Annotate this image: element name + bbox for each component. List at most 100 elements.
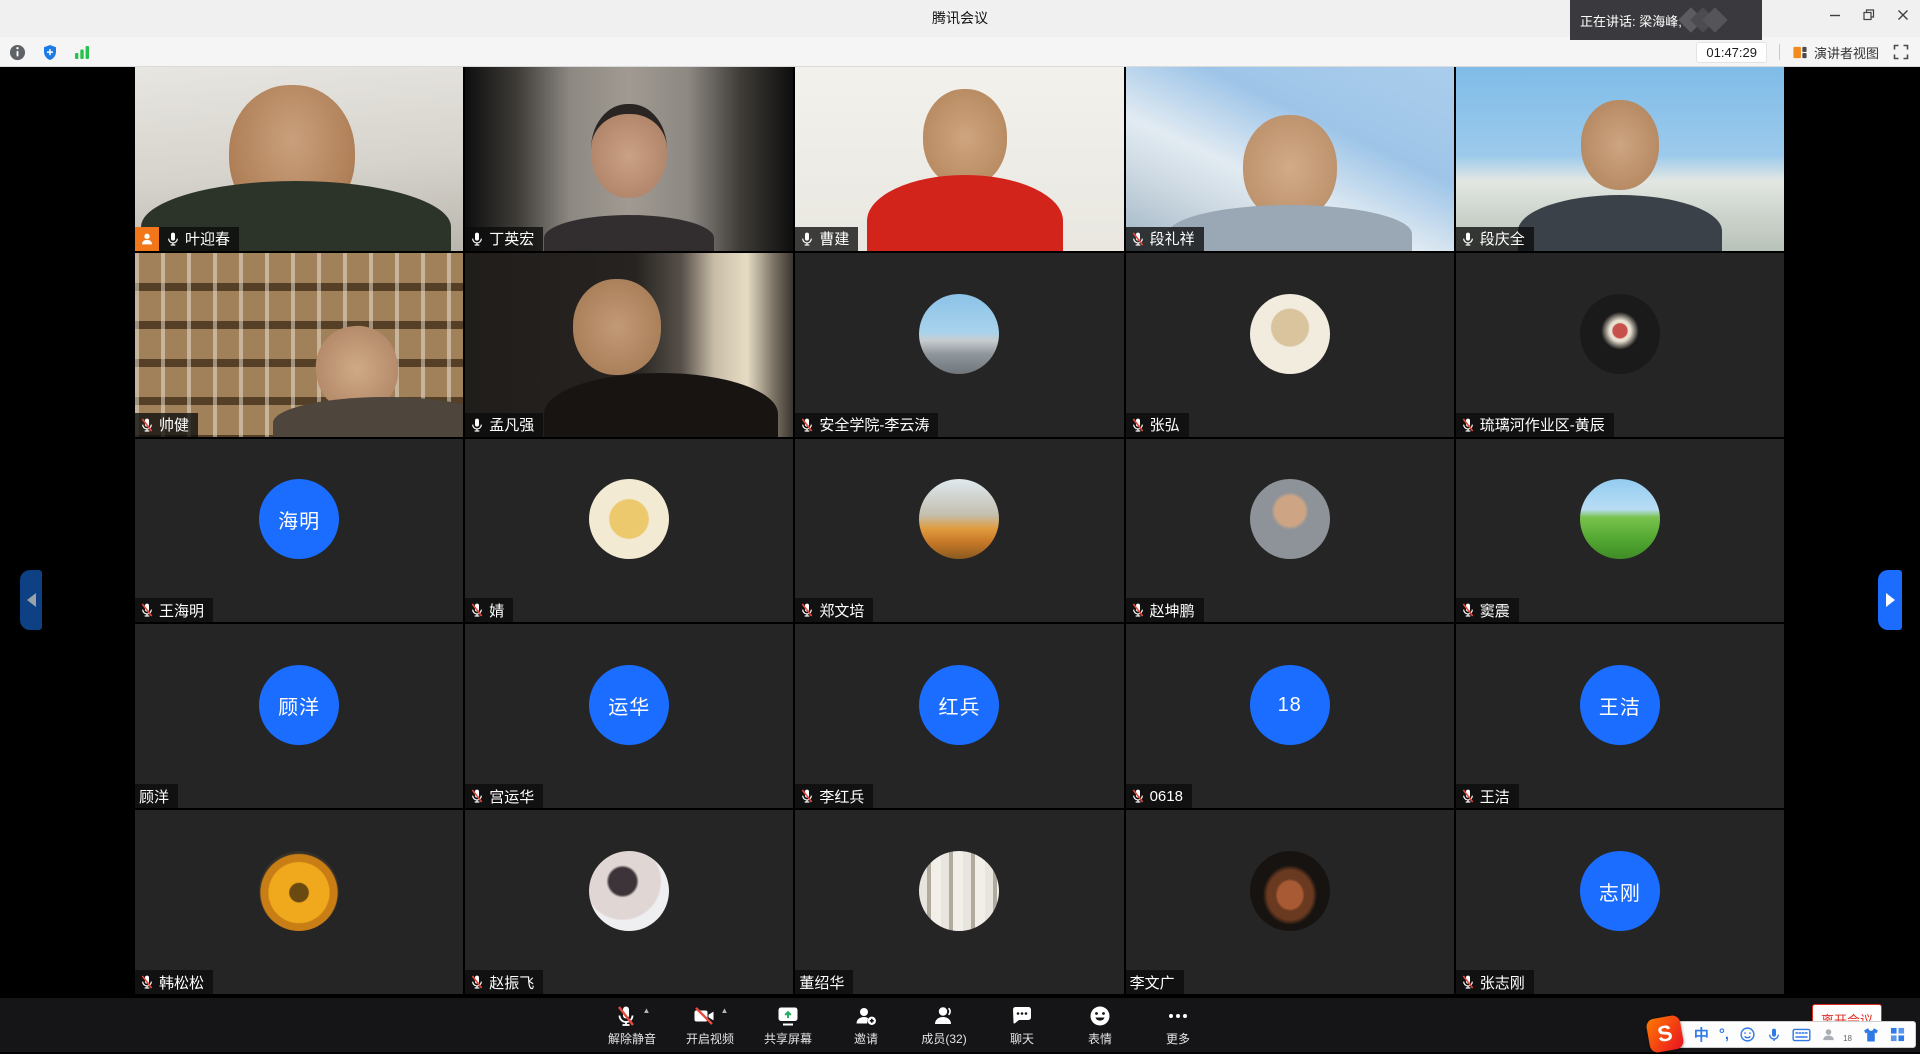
participant-tile[interactable]: 张弘 bbox=[1126, 253, 1454, 437]
participant-tile[interactable]: 孟凡强 bbox=[465, 253, 793, 437]
expand-options-arrow[interactable]: ▲ bbox=[643, 1006, 651, 1015]
mic-muted-icon bbox=[1130, 231, 1146, 247]
participant-name: 王洁 bbox=[1480, 786, 1510, 807]
avatar bbox=[589, 479, 669, 559]
participant-tile[interactable]: 叶迎春 bbox=[135, 67, 463, 251]
participant-label: 李红兵 bbox=[795, 784, 873, 808]
avatar: 王洁 bbox=[1580, 665, 1660, 745]
avatar bbox=[1250, 851, 1330, 931]
close-button[interactable] bbox=[1886, 0, 1920, 30]
mic-muted-icon bbox=[799, 602, 815, 618]
participant-label: 赵振飞 bbox=[465, 970, 543, 994]
skin-icon[interactable] bbox=[1821, 1025, 1836, 1045]
person-figure bbox=[1168, 205, 1412, 251]
avatar bbox=[919, 294, 999, 374]
participant-tile[interactable]: 婧 bbox=[465, 439, 793, 623]
invite-button[interactable]: 邀请 bbox=[842, 1004, 890, 1047]
participant-tile[interactable]: 18 0618 bbox=[1126, 624, 1454, 808]
participant-tile[interactable]: 曹建 bbox=[795, 67, 1123, 251]
avatar bbox=[919, 479, 999, 559]
participant-tile[interactable]: 安全学院-李云涛 bbox=[795, 253, 1123, 437]
participant-tile[interactable]: 郑文培 bbox=[795, 439, 1123, 623]
fullscreen-icon[interactable] bbox=[1891, 43, 1910, 62]
video-feed bbox=[135, 67, 463, 251]
participant-tile[interactable]: 赵坤鹏 bbox=[1126, 439, 1454, 623]
bottom-control-bar: ▲解除静音▲开启视频共享屏幕邀请成员(32)聊天表情更多 离开会议 S 中°,1… bbox=[0, 998, 1920, 1052]
mic-muted-icon bbox=[1460, 602, 1476, 618]
ime-toolbar: S 中°,18 bbox=[1663, 1021, 1916, 1048]
participant-tile[interactable]: 志刚 张志刚 bbox=[1456, 810, 1784, 994]
active-speaker-text: 正在讲话: 梁海峰; bbox=[1580, 11, 1682, 30]
participant-tile[interactable]: 董绍华 bbox=[795, 810, 1123, 994]
share-screen-button[interactable]: 共享屏幕 bbox=[764, 1004, 812, 1047]
video-feed bbox=[1126, 67, 1454, 251]
participant-name: 段礼祥 bbox=[1150, 228, 1195, 249]
participant-name: 赵振飞 bbox=[489, 972, 534, 993]
toolbox-icon[interactable] bbox=[1890, 1025, 1905, 1045]
security-shield-icon[interactable] bbox=[40, 43, 59, 62]
participant-tile[interactable]: 王洁 王洁 bbox=[1456, 624, 1784, 808]
speaker-view-toggle[interactable]: 演讲者视图 bbox=[1792, 43, 1879, 62]
participant-name: 曹建 bbox=[819, 228, 849, 249]
participant-tile[interactable]: 帅健 bbox=[135, 253, 463, 437]
voice-input-icon[interactable] bbox=[1766, 1025, 1782, 1045]
restore-button[interactable] bbox=[1852, 0, 1886, 30]
participant-label: 韩松松 bbox=[135, 970, 213, 994]
start-video-button[interactable]: ▲开启视频 bbox=[686, 1004, 734, 1047]
participant-name: 孟凡强 bbox=[489, 414, 534, 435]
unmute-button[interactable]: ▲解除静音 bbox=[608, 1004, 656, 1047]
participant-tile[interactable]: 海明 王海明 bbox=[135, 439, 463, 623]
chinese-mode-icon[interactable]: 中 bbox=[1694, 1025, 1709, 1045]
participant-name: 李红兵 bbox=[819, 786, 864, 807]
chat-button[interactable]: 聊天 bbox=[998, 1004, 1046, 1047]
emoji-button[interactable]: 表情 bbox=[1076, 1004, 1124, 1047]
next-page-arrow[interactable] bbox=[1878, 570, 1902, 630]
meeting-info-icon[interactable] bbox=[8, 43, 27, 62]
avatar: 运华 bbox=[589, 665, 669, 745]
participant-tile[interactable]: 丁英宏 bbox=[465, 67, 793, 251]
participant-name: 安全学院-李云涛 bbox=[819, 414, 929, 435]
network-signal-icon[interactable] bbox=[72, 43, 91, 62]
mic-muted-icon bbox=[1130, 602, 1146, 618]
participant-label: 琉璃河作业区-黄辰 bbox=[1456, 413, 1614, 437]
participant-label: 张志刚 bbox=[1456, 970, 1534, 994]
mic-muted-icon bbox=[614, 1004, 638, 1028]
participant-tile[interactable]: 运华 宫运华 bbox=[465, 624, 793, 808]
members-button[interactable]: 成员(32) bbox=[920, 1004, 968, 1047]
participant-name: 李文广 bbox=[1130, 972, 1175, 993]
participant-tile[interactable]: 窦震 bbox=[1456, 439, 1784, 623]
soft-keyboard-icon[interactable] bbox=[1792, 1025, 1811, 1045]
chat-icon bbox=[1010, 1004, 1034, 1028]
expand-options-arrow[interactable]: ▲ bbox=[721, 1006, 729, 1015]
participant-tile[interactable]: 赵振飞 bbox=[465, 810, 793, 994]
participant-name: 帅健 bbox=[159, 414, 189, 435]
previous-page-arrow[interactable] bbox=[20, 570, 42, 630]
clothes-icon[interactable] bbox=[1862, 1025, 1880, 1045]
participant-tile[interactable]: 韩松松 bbox=[135, 810, 463, 994]
punctuation-icon[interactable]: °, bbox=[1719, 1025, 1729, 1045]
avatar bbox=[919, 851, 999, 931]
participant-tile[interactable]: 琉璃河作业区-黄辰 bbox=[1456, 253, 1784, 437]
participant-label: 董绍华 bbox=[795, 970, 853, 994]
more-button[interactable]: 更多 bbox=[1154, 1004, 1202, 1047]
video-feed bbox=[1456, 67, 1784, 251]
sogou-logo[interactable]: S bbox=[1645, 1014, 1684, 1053]
participant-tile[interactable]: 李文广 bbox=[1126, 810, 1454, 994]
participant-tile[interactable]: 红兵 李红兵 bbox=[795, 624, 1123, 808]
window-controls bbox=[1818, 0, 1920, 30]
participant-tile[interactable]: 段礼祥 bbox=[1126, 67, 1454, 251]
mic-muted-icon bbox=[469, 788, 485, 804]
mic-muted-icon bbox=[1460, 788, 1476, 804]
mic-muted-icon bbox=[139, 417, 155, 433]
participant-name: 丁英宏 bbox=[489, 228, 534, 249]
participant-name: 韩松松 bbox=[159, 972, 204, 993]
emoji-ime-icon[interactable] bbox=[1739, 1025, 1756, 1045]
participant-name: 郑文培 bbox=[819, 600, 864, 621]
avatar bbox=[1250, 294, 1330, 374]
toolbar-button-label: 成员(32) bbox=[921, 1030, 966, 1047]
minimize-button[interactable] bbox=[1818, 0, 1852, 30]
participant-tile[interactable]: 顾洋顾洋 bbox=[135, 624, 463, 808]
participant-tile[interactable]: 段庆全 bbox=[1456, 67, 1784, 251]
participant-name: 婧 bbox=[489, 600, 504, 621]
person-figure bbox=[273, 397, 463, 437]
